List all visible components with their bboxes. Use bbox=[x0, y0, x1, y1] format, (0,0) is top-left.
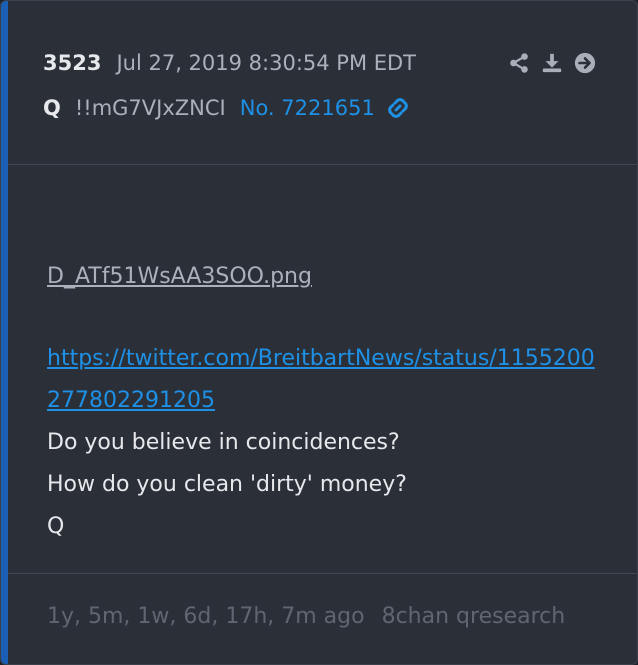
post-actions bbox=[507, 47, 597, 79]
share-icon[interactable] bbox=[507, 51, 531, 75]
post-link[interactable]: No. 7221651 bbox=[240, 96, 375, 120]
post-signature: Q bbox=[47, 514, 65, 539]
post-meta-row: 3523 Jul 27, 2019 8:30:54 PM EDT bbox=[43, 47, 416, 79]
post-author-row: Q !!mG7VJxZNCI No. 7221651 bbox=[43, 92, 411, 124]
post-timestamp: Jul 27, 2019 8:30:54 PM EDT bbox=[116, 51, 417, 75]
post-age: 1y, 5m, 1w, 6d, 17h, 7m ago bbox=[47, 604, 365, 629]
link-icon[interactable] bbox=[385, 95, 411, 121]
post-source: 8chan qresearch bbox=[381, 604, 566, 629]
tweet-url-link[interactable]: https://twitter.com/BreitbartNews/status… bbox=[47, 338, 597, 422]
post-number: 3523 bbox=[43, 51, 102, 75]
footer-meta: 1y, 5m, 1w, 6d, 17h, 7m ago 8chan qresea… bbox=[47, 604, 575, 629]
post-text-line: How do you clean 'dirty' money? bbox=[47, 472, 407, 497]
image-filename-link[interactable]: D_ATf51WsAA3SOO.png bbox=[47, 256, 597, 298]
author-name: Q bbox=[43, 96, 61, 120]
arrow-right-circle-icon[interactable] bbox=[573, 51, 597, 75]
post-footer: 1y, 5m, 1w, 6d, 17h, 7m ago 8chan qresea… bbox=[8, 573, 637, 664]
post-header: 3523 Jul 27, 2019 8:30:54 PM EDT Q !!mG7… bbox=[8, 1, 637, 165]
post-card: 3523 Jul 27, 2019 8:30:54 PM EDT Q !!mG7… bbox=[0, 0, 638, 665]
author-tripcode: !!mG7VJxZNCI bbox=[74, 96, 226, 120]
accent-bar bbox=[1, 1, 8, 664]
download-icon[interactable] bbox=[540, 51, 564, 75]
post-text-line: Do you believe in coincidences? bbox=[47, 430, 400, 455]
post-body: D_ATf51WsAA3SOO.png https://twitter.com/… bbox=[47, 256, 597, 548]
